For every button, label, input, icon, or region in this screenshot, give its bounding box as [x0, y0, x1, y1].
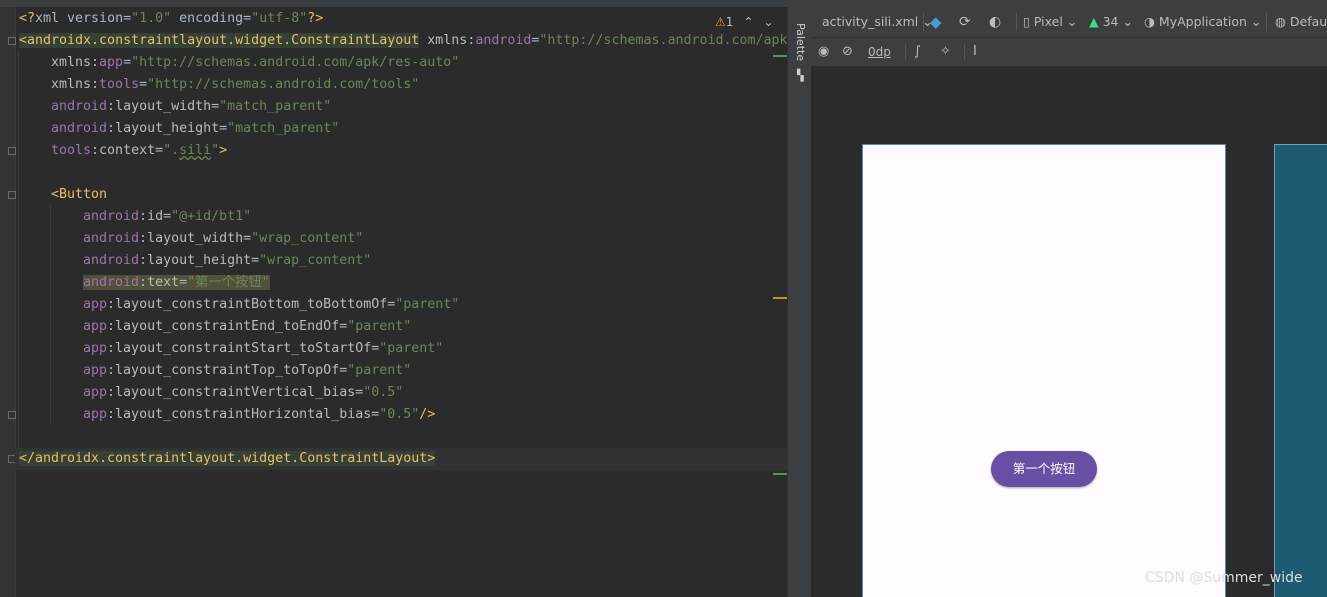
chevron-down-icon: ⌄ [1250, 14, 1262, 29]
warning-count: 1 [725, 15, 734, 29]
next-highlight-icon[interactable]: ⌄ [763, 15, 773, 29]
code-line-14: app:layout_constraintEnd_toEndOf="parent… [83, 319, 412, 334]
code-line-17: app:layout_constraintVertical_bias="0.5" [83, 385, 404, 400]
code-line-18: app:layout_constraintHorizontal_bias="0.… [83, 407, 436, 422]
chevron-down-icon: ⌄ [1122, 14, 1133, 29]
code-line-9: android:id="@+id/bt1" [83, 209, 252, 224]
blueprint-preview[interactable] [1274, 144, 1327, 597]
warning-icon: ⚠ [715, 15, 726, 29]
code-line-12: android:text="第一个按钮" [83, 275, 270, 290]
theme-circle-icon: ◑ [1144, 14, 1155, 29]
fold-toggle-icon[interactable] [8, 37, 16, 45]
warning-marker[interactable] [773, 297, 787, 299]
watermark: CSDN @Summer_wide [1145, 570, 1303, 586]
guidelines-icon[interactable]: I [973, 38, 977, 66]
code-line-7: tools:context=".sili"> [51, 143, 228, 158]
code-line-2: <androidx.constraintlayout.widget.Constr… [19, 33, 787, 48]
divider [1016, 13, 1017, 31]
android-icon: ▲ [1089, 14, 1099, 29]
layout-design-panel: activity_sili.xml ⌄ ◆ ⟳ ◐ ▯ Pixel ⌄ ▲ 34… [811, 7, 1327, 597]
api-level: 34 [1102, 14, 1119, 29]
previous-highlight-icon[interactable]: ⌃ [743, 15, 753, 29]
inspection-widget[interactable]: ⚠1 ⌃ ⌄ [715, 14, 774, 30]
locale-name: Defau [1289, 14, 1327, 29]
palette-tab[interactable]: Palette ▚ [790, 13, 810, 83]
code-line-10: android:layout_width="wrap_content" [83, 231, 364, 246]
code-line-15: app:layout_constraintStart_toStartOf="pa… [83, 341, 444, 356]
code-line-5: android:layout_width="match_parent" [51, 99, 332, 114]
indent-guide [18, 51, 19, 447]
code-line-3: xmlns:app="http://schemas.android.com/ap… [51, 55, 460, 70]
code-line-1: <?xml version="1.0" encoding="utf-8"?> [19, 11, 324, 26]
code-line-4: xmlns:tools="http://schemas.android.com/… [51, 77, 420, 92]
palette-sidebar: Palette ▚ [787, 7, 812, 597]
change-marker [773, 55, 787, 57]
palette-icon: ▚ [797, 69, 804, 82]
device-preview[interactable]: 第一个按钮 [862, 144, 1226, 597]
autoconnect-icon[interactable]: ⊘ [842, 38, 853, 66]
chevron-down-icon: ⌄ [1066, 14, 1078, 29]
indent-guide [50, 205, 51, 425]
code-line-16: app:layout_constraintTop_toTopOf="parent… [83, 363, 412, 378]
divider [923, 13, 924, 31]
locale-selector[interactable]: ◍ Defau [1275, 7, 1327, 37]
device-name: Pixel [1033, 14, 1063, 29]
preview-button[interactable]: 第一个按钮 [991, 451, 1097, 487]
layers-icon[interactable]: ◆ [930, 7, 942, 37]
theme-selector[interactable]: ◑ MyApplication ⌄ [1144, 7, 1261, 37]
xml-code-editor[interactable]: ⚠1 ⌃ ⌄ <?xml version="1.0" encoding="utf-8… [0, 7, 787, 597]
file-selector[interactable]: activity_sili.xml ⌄ [822, 7, 933, 37]
code-line-11: android:layout_height="wrap_content" [83, 253, 372, 268]
change-marker [773, 473, 787, 475]
fold-toggle-icon[interactable] [8, 411, 16, 419]
divider [905, 44, 906, 60]
device-selector[interactable]: ▯ Pixel ⌄ [1023, 7, 1077, 37]
code-line-13: app:layout_constraintBottom_toBottomOf="… [83, 297, 460, 312]
code-line-19: </androidx.constraintlayout.widget.Const… [19, 451, 436, 466]
theme-icon[interactable]: ◐ [989, 7, 1001, 37]
clear-constraints-icon[interactable]: ∫ [914, 38, 921, 66]
design-toolbar: activity_sili.xml ⌄ ◆ ⟳ ◐ ▯ Pixel ⌄ ▲ 34… [811, 7, 1327, 38]
fold-toggle-icon[interactable] [8, 191, 16, 199]
code-line-8: <Button [51, 187, 108, 202]
api-selector[interactable]: ▲ 34 ⌄ [1089, 7, 1133, 37]
phone-icon: ▯ [1023, 14, 1030, 29]
divider [1266, 13, 1267, 31]
divider [964, 44, 965, 60]
code-line-6: android:layout_height="match_parent" [51, 121, 340, 136]
infer-constraints-icon[interactable]: ✧ [940, 38, 951, 66]
fold-toggle-icon[interactable] [8, 147, 16, 155]
app-name: MyApplication [1158, 14, 1247, 29]
design-canvas[interactable]: 第一个按钮 [811, 66, 1327, 597]
default-margins[interactable]: 0dp [868, 38, 891, 66]
design-secondary-toolbar: ◉ ⊘ 0dp ∫ ✧ I [811, 38, 1327, 67]
file-name: activity_sili.xml [822, 14, 919, 29]
view-options-icon[interactable]: ◉ [818, 38, 829, 66]
orientation-icon[interactable]: ⟳ [959, 7, 971, 37]
palette-label: Palette [794, 23, 807, 62]
editor-gutter [0, 7, 16, 597]
globe-icon: ◍ [1275, 14, 1286, 29]
